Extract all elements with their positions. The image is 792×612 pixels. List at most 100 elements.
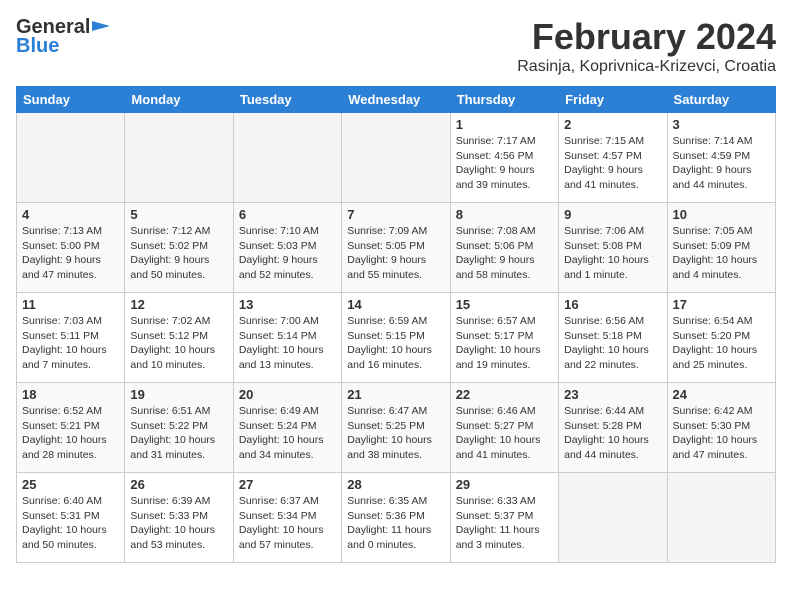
calendar-cell: 20 Sunrise: 6:49 AM Sunset: 5:24 PM Dayli… [233, 383, 341, 473]
day-number: 9 [564, 207, 661, 222]
calendar-week-row: 11 Sunrise: 7:03 AM Sunset: 5:11 PM Dayli… [17, 293, 776, 383]
day-info: Sunrise: 7:09 AM Sunset: 5:05 PM Dayligh… [347, 224, 444, 283]
calendar-cell [233, 113, 341, 203]
calendar-cell: 4 Sunrise: 7:13 AM Sunset: 5:00 PM Daylig… [17, 203, 125, 293]
calendar-week-row: 1 Sunrise: 7:17 AM Sunset: 4:56 PM Daylig… [17, 113, 776, 203]
calendar-cell [17, 113, 125, 203]
calendar-cell: 16Sunrise: 6:56 AM Sunset: 5:18 PM Dayli… [559, 293, 667, 383]
calendar-cell: 7 Sunrise: 7:09 AM Sunset: 5:05 PM Daylig… [342, 203, 450, 293]
day-info: Sunrise: 7:03 AM Sunset: 5:11 PM Dayligh… [22, 314, 119, 373]
day-number: 27 [239, 477, 336, 492]
location-subtitle: Rasinja, Koprivnica-Krizevci, Croatia [517, 58, 776, 76]
day-number: 25 [22, 477, 119, 492]
calendar-cell: 11 Sunrise: 7:03 AM Sunset: 5:11 PM Dayli… [17, 293, 125, 383]
calendar-week-row: 18 Sunrise: 6:52 AM Sunset: 5:21 PM Dayli… [17, 383, 776, 473]
day-number: 26 [130, 477, 227, 492]
calendar-cell: 13Sunrise: 7:00 AM Sunset: 5:14 PM Dayli… [233, 293, 341, 383]
day-info: Sunrise: 6:37 AM Sunset: 5:34 PM Dayligh… [239, 494, 336, 553]
weekday-header-wednesday: Wednesday [342, 87, 450, 113]
day-info: Sunrise: 7:12 AM Sunset: 5:02 PM Dayligh… [130, 224, 227, 283]
day-number: 16 [564, 297, 661, 312]
calendar-cell: 3 Sunrise: 7:14 AM Sunset: 4:59 PM Daylig… [667, 113, 775, 203]
calendar-cell: 1 Sunrise: 7:17 AM Sunset: 4:56 PM Daylig… [450, 113, 558, 203]
day-number: 8 [456, 207, 553, 222]
calendar-week-row: 25 Sunrise: 6:40 AM Sunset: 5:31 PM Dayli… [17, 473, 776, 563]
calendar-cell: 28 Sunrise: 6:35 AM Sunset: 5:36 PM Dayli… [342, 473, 450, 563]
weekday-header-row: SundayMondayTuesdayWednesdayThursdayFrid… [17, 87, 776, 113]
day-info: Sunrise: 6:35 AM Sunset: 5:36 PM Dayligh… [347, 494, 444, 553]
calendar-cell: 18 Sunrise: 6:52 AM Sunset: 5:21 PM Dayli… [17, 383, 125, 473]
calendar-cell: 27 Sunrise: 6:37 AM Sunset: 5:34 PM Dayli… [233, 473, 341, 563]
day-info: Sunrise: 6:46 AM Sunset: 5:27 PM Dayligh… [456, 404, 553, 463]
day-info: Sunrise: 7:15 AM Sunset: 4:57 PM Dayligh… [564, 134, 661, 193]
calendar-week-row: 4 Sunrise: 7:13 AM Sunset: 5:00 PM Daylig… [17, 203, 776, 293]
calendar-table: SundayMondayTuesdayWednesdayThursdayFrid… [16, 86, 776, 563]
day-info: Sunrise: 7:14 AM Sunset: 4:59 PM Dayligh… [673, 134, 770, 193]
weekday-header-sunday: Sunday [17, 87, 125, 113]
day-info: Sunrise: 7:10 AM Sunset: 5:03 PM Dayligh… [239, 224, 336, 283]
day-info: Sunrise: 6:49 AM Sunset: 5:24 PM Dayligh… [239, 404, 336, 463]
day-number: 7 [347, 207, 444, 222]
day-number: 13 [239, 297, 336, 312]
calendar-cell [559, 473, 667, 563]
day-info: Sunrise: 7:17 AM Sunset: 4:56 PM Dayligh… [456, 134, 553, 193]
calendar-cell: 9 Sunrise: 7:06 AM Sunset: 5:08 PM Daylig… [559, 203, 667, 293]
day-number: 19 [130, 387, 227, 402]
day-info: Sunrise: 7:02 AM Sunset: 5:12 PM Dayligh… [130, 314, 227, 373]
day-number: 14 [347, 297, 444, 312]
day-info: Sunrise: 6:42 AM Sunset: 5:30 PM Dayligh… [673, 404, 770, 463]
weekday-header-monday: Monday [125, 87, 233, 113]
day-number: 6 [239, 207, 336, 222]
day-number: 17 [673, 297, 770, 312]
calendar-cell: 2 Sunrise: 7:15 AM Sunset: 4:57 PM Daylig… [559, 113, 667, 203]
day-number: 29 [456, 477, 553, 492]
calendar-cell [667, 473, 775, 563]
day-number: 4 [22, 207, 119, 222]
logo-blue-text: Blue [16, 35, 59, 58]
logo-flag-icon [92, 21, 110, 35]
calendar-cell: 14Sunrise: 6:59 AM Sunset: 5:15 PM Dayli… [342, 293, 450, 383]
calendar-cell: 10Sunrise: 7:05 AM Sunset: 5:09 PM Dayli… [667, 203, 775, 293]
calendar-cell: 29Sunrise: 6:33 AM Sunset: 5:37 PM Dayli… [450, 473, 558, 563]
day-number: 18 [22, 387, 119, 402]
weekday-header-friday: Friday [559, 87, 667, 113]
weekday-header-thursday: Thursday [450, 87, 558, 113]
day-number: 24 [673, 387, 770, 402]
day-number: 12 [130, 297, 227, 312]
day-info: Sunrise: 6:57 AM Sunset: 5:17 PM Dayligh… [456, 314, 553, 373]
month-title: February 2024 [517, 16, 776, 58]
day-info: Sunrise: 6:52 AM Sunset: 5:21 PM Dayligh… [22, 404, 119, 463]
day-info: Sunrise: 6:51 AM Sunset: 5:22 PM Dayligh… [130, 404, 227, 463]
day-info: Sunrise: 7:13 AM Sunset: 5:00 PM Dayligh… [22, 224, 119, 283]
day-number: 15 [456, 297, 553, 312]
calendar-cell: 19 Sunrise: 6:51 AM Sunset: 5:22 PM Dayli… [125, 383, 233, 473]
day-number: 22 [456, 387, 553, 402]
day-number: 1 [456, 117, 553, 132]
logo: General Blue [16, 16, 110, 58]
calendar-cell: 12 Sunrise: 7:02 AM Sunset: 5:12 PM Dayli… [125, 293, 233, 383]
day-info: Sunrise: 6:44 AM Sunset: 5:28 PM Dayligh… [564, 404, 661, 463]
calendar-cell: 17Sunrise: 6:54 AM Sunset: 5:20 PM Dayli… [667, 293, 775, 383]
day-number: 23 [564, 387, 661, 402]
day-info: Sunrise: 6:47 AM Sunset: 5:25 PM Dayligh… [347, 404, 444, 463]
day-number: 2 [564, 117, 661, 132]
calendar-cell: 23 Sunrise: 6:44 AM Sunset: 5:28 PM Dayli… [559, 383, 667, 473]
day-number: 11 [22, 297, 119, 312]
weekday-header-saturday: Saturday [667, 87, 775, 113]
calendar-cell: 25 Sunrise: 6:40 AM Sunset: 5:31 PM Dayli… [17, 473, 125, 563]
day-number: 28 [347, 477, 444, 492]
page-header: General Blue February 2024 Rasinja, Kopr… [16, 16, 776, 76]
calendar-cell: 24 Sunrise: 6:42 AM Sunset: 5:30 PM Dayli… [667, 383, 775, 473]
calendar-cell: 6 Sunrise: 7:10 AM Sunset: 5:03 PM Daylig… [233, 203, 341, 293]
calendar-cell [342, 113, 450, 203]
day-info: Sunrise: 7:05 AM Sunset: 5:09 PM Dayligh… [673, 224, 770, 283]
day-number: 3 [673, 117, 770, 132]
day-number: 20 [239, 387, 336, 402]
day-info: Sunrise: 6:39 AM Sunset: 5:33 PM Dayligh… [130, 494, 227, 553]
day-info: Sunrise: 6:40 AM Sunset: 5:31 PM Dayligh… [22, 494, 119, 553]
calendar-cell: 26 Sunrise: 6:39 AM Sunset: 5:33 PM Dayli… [125, 473, 233, 563]
calendar-cell: 15 Sunrise: 6:57 AM Sunset: 5:17 PM Dayli… [450, 293, 558, 383]
day-info: Sunrise: 7:06 AM Sunset: 5:08 PM Dayligh… [564, 224, 661, 283]
calendar-cell [125, 113, 233, 203]
calendar-cell: 22 Sunrise: 6:46 AM Sunset: 5:27 PM Dayli… [450, 383, 558, 473]
